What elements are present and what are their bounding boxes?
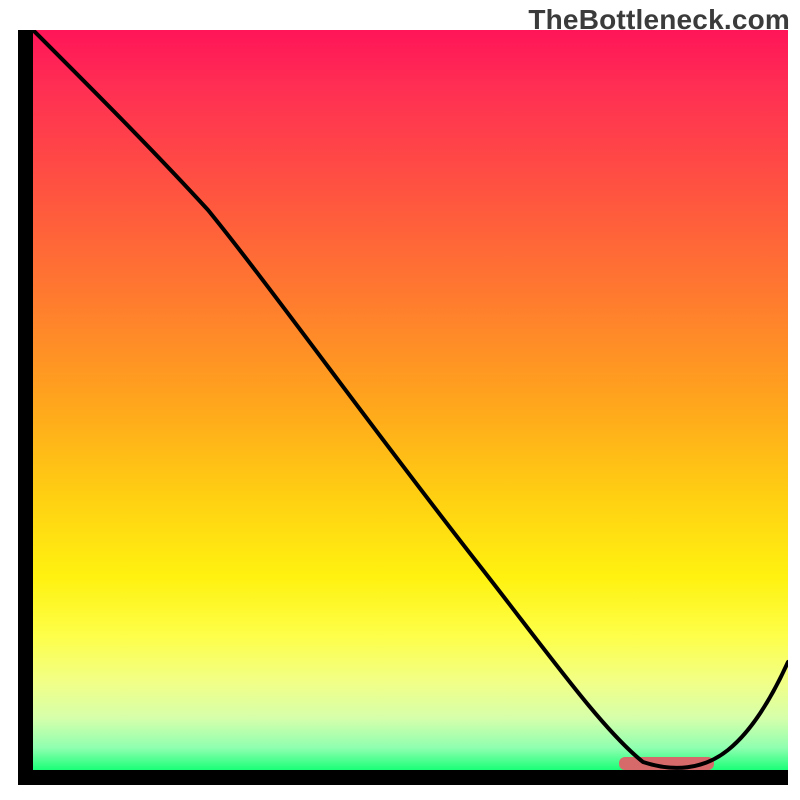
chart-stage: TheBottleneck.com bbox=[0, 0, 800, 800]
x-axis bbox=[18, 770, 788, 785]
chart-overlay bbox=[33, 30, 788, 770]
plot-area bbox=[33, 30, 788, 770]
y-axis bbox=[18, 30, 33, 785]
bottleneck-curve bbox=[33, 30, 788, 768]
